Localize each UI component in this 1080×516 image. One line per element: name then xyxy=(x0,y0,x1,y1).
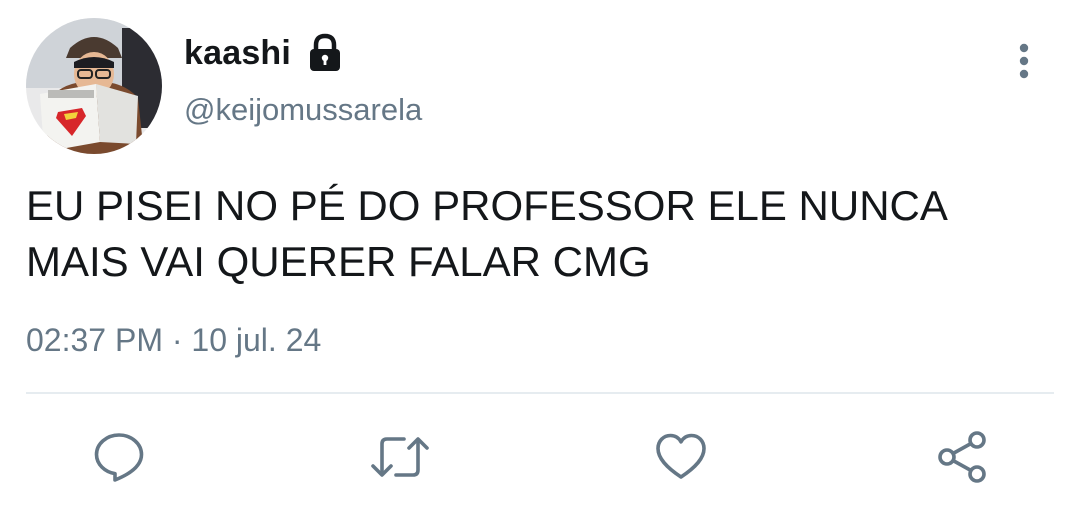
display-name[interactable]: kaashi xyxy=(184,34,291,73)
reply-icon xyxy=(94,433,144,482)
timestamp[interactable]: 02:37 PM · 10 jul. 24 xyxy=(26,322,321,359)
avatar[interactable] xyxy=(26,18,162,154)
share-icon xyxy=(938,431,986,483)
like-button[interactable] xyxy=(654,430,708,484)
handle[interactable]: @keijomussarela xyxy=(184,92,422,128)
retweet-button[interactable] xyxy=(370,430,429,484)
more-options-icon[interactable] xyxy=(1008,40,1040,84)
reply-button[interactable] xyxy=(92,430,146,484)
divider xyxy=(26,392,1054,394)
tweet-text: EU PISEI NO PÉ DO PROFESSOR ELE NUNCA MA… xyxy=(26,182,946,285)
display-name-row: kaashi xyxy=(184,30,343,76)
like-icon xyxy=(656,433,706,479)
share-button[interactable] xyxy=(936,430,990,484)
retweet-icon xyxy=(371,437,429,477)
lock-icon xyxy=(307,33,343,73)
tweet-card: kaashi @keijomussarela EU PISEI NO PÉ DO… xyxy=(0,0,1080,516)
